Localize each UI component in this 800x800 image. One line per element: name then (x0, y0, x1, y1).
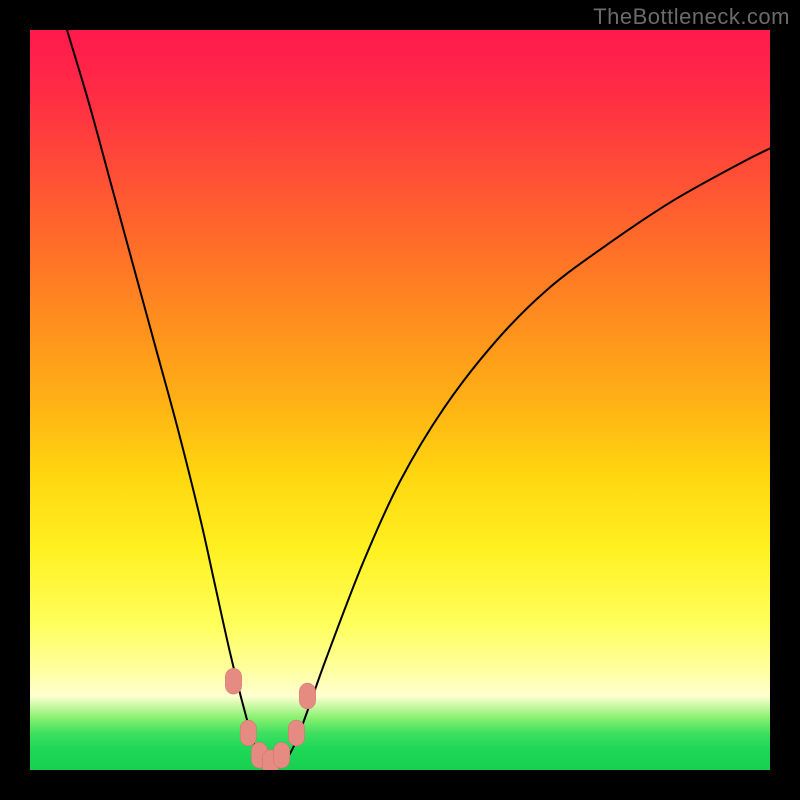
curve-layer (30, 30, 770, 770)
curve-marker (299, 683, 315, 709)
plot-area (30, 30, 770, 770)
attribution-label: TheBottleneck.com (593, 4, 790, 30)
bottleneck-curve (67, 30, 770, 765)
curve-marker (225, 668, 241, 694)
curve-marker (240, 720, 256, 746)
curve-marker (273, 742, 289, 768)
curve-marker (288, 720, 304, 746)
curve-markers (225, 668, 315, 770)
chart-frame: TheBottleneck.com (0, 0, 800, 800)
